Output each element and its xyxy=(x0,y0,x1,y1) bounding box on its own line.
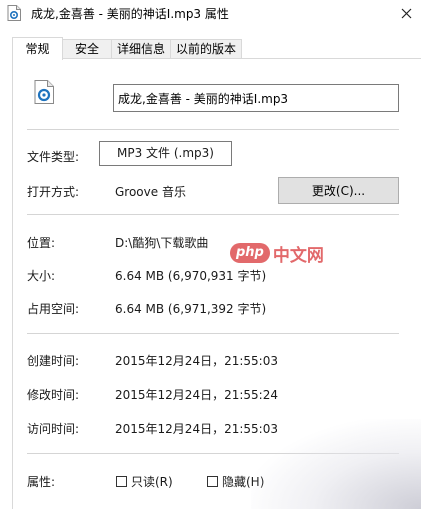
size-label: 大小: xyxy=(27,269,56,283)
window-title: 成龙,金喜善 - 美丽的神话Ⅰ.mp3 属性 xyxy=(31,7,229,21)
properties-window: 成龙,金喜善 - 美丽的神话Ⅰ.mp3 属性 常规 安全 详细信息 以前的版本 … xyxy=(0,0,421,509)
tab-general[interactable]: 常规 xyxy=(12,37,63,60)
modified-value: 2015年12月24日，21:55:24 xyxy=(115,388,278,402)
divider xyxy=(27,214,399,215)
file-name-input[interactable] xyxy=(113,84,399,112)
change-button[interactable]: 更改(C)... xyxy=(278,177,399,204)
disk-size-value: 6.64 MB (6,971,392 字节) xyxy=(115,302,267,316)
accessed-value: 2015年12月24日，21:55:03 xyxy=(115,422,278,436)
open-with-label: 打开方式: xyxy=(27,185,80,199)
disk-size-label: 占用空间: xyxy=(27,302,80,316)
tab-details[interactable]: 详细信息 xyxy=(111,39,171,58)
divider xyxy=(27,333,399,334)
hidden-checkbox[interactable]: 隐藏(H) xyxy=(207,473,264,489)
readonly-label: 只读(R) xyxy=(131,474,173,489)
open-with-value: Groove 音乐 xyxy=(115,185,186,199)
audio-file-icon xyxy=(7,5,21,21)
hidden-label: 隐藏(H) xyxy=(222,474,265,489)
close-button[interactable] xyxy=(391,0,421,26)
divider xyxy=(27,129,399,130)
hidden-checkbox-box[interactable] xyxy=(207,475,218,487)
title-bar: 成龙,金喜善 - 美丽的神话Ⅰ.mp3 属性 xyxy=(0,0,421,26)
file-type-label: 文件类型: xyxy=(27,150,80,164)
attributes-label: 属性: xyxy=(27,475,56,489)
size-value: 6.64 MB (6,970,931 字节) xyxy=(115,269,267,283)
tab-previous-versions[interactable]: 以前的版本 xyxy=(170,39,242,58)
modified-label: 修改时间: xyxy=(27,388,80,402)
created-label: 创建时间: xyxy=(27,354,80,368)
watermark-logo: php xyxy=(230,243,270,263)
location-label: 位置: xyxy=(27,236,56,250)
audio-file-icon xyxy=(34,80,54,104)
accessed-label: 访问时间: xyxy=(27,422,80,436)
site-watermark: php 中文网 xyxy=(230,240,324,266)
tab-security[interactable]: 安全 xyxy=(62,39,112,58)
created-value: 2015年12月24日，21:55:03 xyxy=(115,354,278,368)
location-value: D:\酷狗\下载歌曲 xyxy=(115,236,209,250)
divider xyxy=(27,453,399,454)
watermark-site-text: 中文网 xyxy=(272,245,324,266)
close-icon xyxy=(401,8,411,18)
readonly-checkbox[interactable]: 只读(R) xyxy=(116,473,173,489)
readonly-checkbox-box[interactable] xyxy=(116,475,127,487)
file-type-value: MP3 文件 (.mp3) xyxy=(99,141,232,166)
